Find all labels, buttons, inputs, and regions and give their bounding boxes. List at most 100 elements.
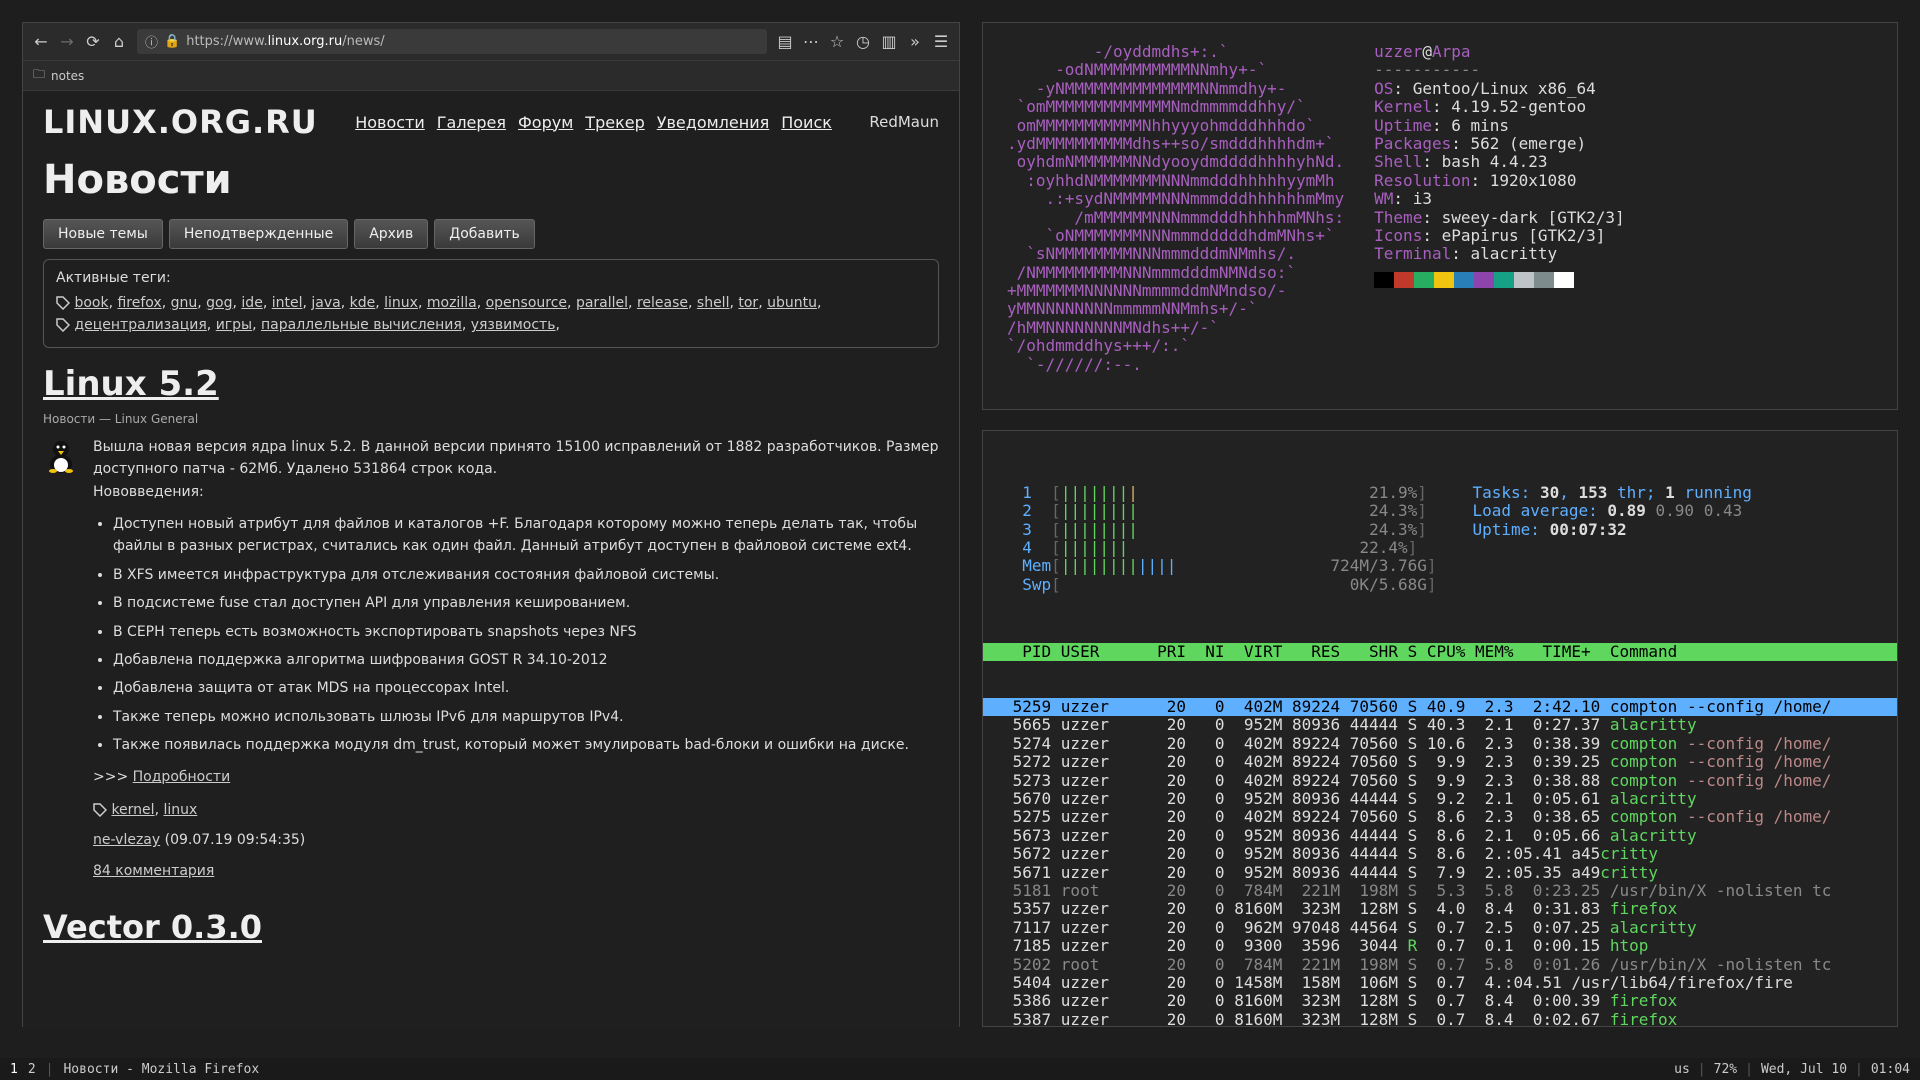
bookmark-folder[interactable]: notes [51,69,84,83]
tag-link[interactable]: уязвимость [471,317,556,333]
article-item: В XFS имеется инфраструктура для отслежи… [113,564,939,586]
tab-button[interactable]: Неподтвержденные [169,219,348,249]
htop-bars: 1 [|||||||| 21.9%] 2 [|||||||| 24.3%] 3 … [1003,484,1437,594]
site-nav: Новости Галерея Форум Трекер Уведомления Поис… [355,113,832,132]
article-author[interactable]: ne-vlezay [93,832,160,848]
article-item: Доступен новый атрибут для файлов и ката… [113,513,939,558]
article-item: Добавлена защита от атак MDS на процессо… [113,677,939,699]
more-link[interactable]: Подробности [133,769,231,785]
tag-icon [93,803,107,817]
tux-icon [43,438,79,474]
article-title[interactable]: Linux 5.2 [43,364,939,404]
tag-link[interactable]: gog [206,295,232,311]
bookmarks-bar: 🗀 notes [23,61,959,91]
clock-icon[interactable]: ◷ [855,34,871,50]
tags-title: Активные теги: [56,270,926,286]
menu-icon[interactable]: ☰ [933,34,949,50]
article-tag[interactable]: kernel [111,802,154,818]
tag-link[interactable]: parallel [576,295,628,311]
tag-link[interactable]: kde [350,295,376,311]
library-icon[interactable]: ▥ [881,34,897,50]
nav-link[interactable]: Форум [518,113,573,132]
tab-button[interactable]: Архив [354,219,428,249]
workspace-1[interactable]: 1 [10,1062,18,1077]
article-p1: Вышла новая версия ядра linux 5.2. В дан… [93,436,939,481]
article-meta: Новости — Linux General [43,412,939,426]
tags-row-2: децентрализация, игры, параллельные вычи… [56,314,926,336]
tag-link[interactable]: release [637,295,688,311]
tag-link[interactable]: децентрализация [74,317,206,333]
article-item: В подсистеме fuse стал доступен API для … [113,592,939,614]
news-tabs: Новые темыНеподтвержденныеАрхивДобавить [43,219,939,249]
page-title: Новости [43,157,939,203]
comments-link[interactable]: 84 комментария [93,863,214,879]
article-item: В CEPH теперь есть возможность экспортир… [113,621,939,643]
nav-link[interactable]: Поиск [781,113,832,132]
tag-link[interactable]: ubuntu [767,295,817,311]
info-icon[interactable]: ⓘ [145,32,158,51]
url-bar[interactable]: ⓘ 🔒 https://www.linux.org.ru/news/ [137,29,767,54]
overflow-icon[interactable]: » [907,34,923,50]
tag-link[interactable]: параллельные вычисления [261,317,462,333]
neofetch-info: uzzer@Arpa-----------OS: Gentoo/Linux x8… [1374,43,1624,374]
nav-link[interactable]: Новости [355,113,425,132]
tags-box: Активные теги: book, firefox, gnu, gog, … [43,259,939,348]
tag-icon [56,295,74,311]
tab-button[interactable]: Добавить [434,219,534,249]
url-text: https://www.linux.org.ru/news/ [186,34,384,49]
article-p2: Нововведения: [93,481,939,503]
home-icon[interactable]: ⌂ [111,34,127,50]
htop-info: Tasks: 30, 153 thr; 1 runningLoad averag… [1473,484,1752,594]
article-1: Linux 5.2 Новости — Linux General Вышла … [43,364,939,890]
article-items: Доступен новый атрибут для файлов и ката… [113,513,939,757]
tag-link[interactable]: linux [384,295,418,311]
tag-link[interactable]: gnu [171,295,198,311]
user-label[interactable]: RedMaun [869,113,939,131]
tab-button[interactable]: Новые темы [43,219,163,249]
tags-row-1: book, firefox, gnu, gog, ide, intel, jav… [56,292,926,314]
htop-header: PID USER PRI NI VIRT RES SHR S CPU% MEM%… [983,643,1897,661]
forward-icon[interactable]: → [59,34,75,50]
site-title[interactable]: LINUX.ORG.RU [43,103,318,141]
tag-link[interactable]: book [74,295,108,311]
page-actions-icon[interactable]: ⋯ [803,34,819,50]
tag-icon [56,317,74,333]
article-item: Добавлена поддержка алгоритма шифрования… [113,649,939,671]
article-title[interactable]: Vector 0.3.0 [43,908,939,946]
tag-link[interactable]: ide [241,295,262,311]
article-tags: kernel, linux [93,799,939,821]
keyboard-layout: us [1674,1062,1690,1077]
reload-icon[interactable]: ⟳ [85,34,101,50]
time: 01:04 [1871,1062,1910,1077]
htop-terminal[interactable]: 1 [|||||||| 21.9%] 2 [|||||||| 24.3%] 3 … [982,430,1898,1027]
article-2: Vector 0.3.0 [43,908,939,946]
tag-link[interactable]: tor [738,295,758,311]
tag-link[interactable]: shell [697,295,730,311]
page-content: LINUX.ORG.RU Новости Галерея Форум Трекер Ув… [23,91,959,1030]
article-item: Также теперь можно использовать шлюзы IP… [113,706,939,728]
nav-link[interactable]: Трекер [585,113,644,132]
tag-link[interactable]: mozilla [427,295,477,311]
nav-link[interactable]: Галерея [437,113,506,132]
tag-link[interactable]: intel [272,295,303,311]
battery: 72% [1714,1062,1737,1077]
back-icon[interactable]: ← [33,34,49,50]
tag-link[interactable]: игры [216,317,252,333]
nav-link[interactable]: Уведомления [657,113,770,132]
folder-icon: 🗀 [33,65,45,86]
date: Wed, Jul 10 [1761,1062,1847,1077]
bookmark-star-icon[interactable]: ☆ [829,34,845,50]
neofetch-terminal[interactable]: -/oyddmdhs+:.` -odNMMMMMMMMMMNNmhy+-` -y… [982,22,1898,410]
firefox-window: ← → ⟳ ⌂ ⓘ 🔒 https://www.linux.org.ru/new… [22,22,960,1027]
article-timestamp: (09.07.19 09:54:35) [165,832,306,848]
workspace-2[interactable]: 2 [28,1062,36,1077]
article-tag[interactable]: linux [163,802,197,818]
reader-icon[interactable]: ▤ [777,34,793,50]
article-item: Также появилась поддержка модуля dm_trus… [113,734,939,756]
more-para: >>> Подробности [93,766,939,788]
tag-link[interactable]: opensource [486,295,567,311]
tag-link[interactable]: java [311,295,340,311]
htop-rows: 5259 uzzer 20 0 402M 89224 70560 S 40.9 … [1003,698,1877,1027]
browser-toolbar: ← → ⟳ ⌂ ⓘ 🔒 https://www.linux.org.ru/new… [23,23,959,61]
tag-link[interactable]: firefox [117,295,161,311]
